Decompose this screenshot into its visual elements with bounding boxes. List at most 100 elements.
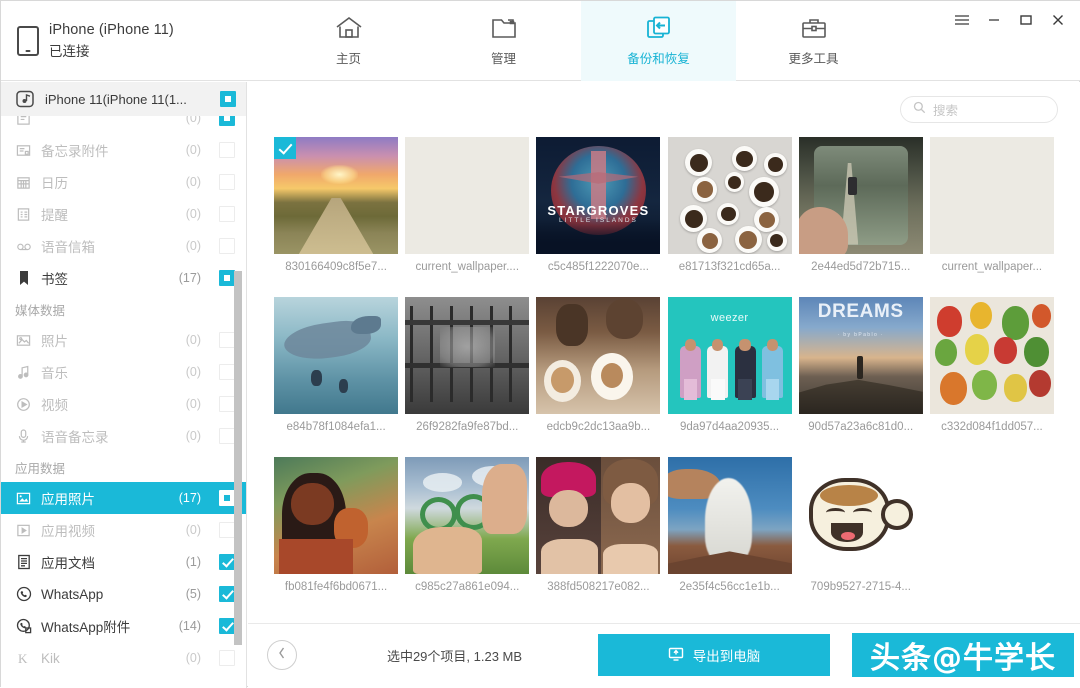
sidebar-item-row-1[interactable]: 备忘录附件 (0): [1, 134, 246, 166]
sidebar-item-count: (17): [178, 491, 201, 505]
sidebar-item-checkbox[interactable]: [219, 142, 235, 158]
application-window: iPhone (iPhone 11) 已连接 主页 管理 备份和恢复 更多工具 …: [0, 0, 1080, 688]
thumbnail-image[interactable]: [929, 137, 1054, 254]
thumbnail-cell[interactable]: 2e44ed5d72b715...: [797, 137, 925, 297]
sidebar-device-row[interactable]: iPhone 11(iPhone 11(1...: [1, 82, 246, 116]
sidebar-item-label: 书签: [41, 272, 68, 287]
whatsapp-attachment-icon: [15, 618, 32, 635]
thumbnail-image[interactable]: [405, 137, 530, 254]
thumbnail-cell[interactable]: 26f9282fa9fe87bd...: [403, 297, 531, 457]
sidebar-scrollbar-thumb[interactable]: [234, 271, 242, 645]
thumbnail-cell[interactable]: STARGROVES LITTLE ISLANDS c5c485f1222070e…: [534, 137, 662, 297]
thumbnail-caption: 9da97d4aa20935...: [680, 421, 780, 433]
sidebar-group-title: 应用数据: [15, 461, 66, 476]
sidebar-item-checkbox[interactable]: [219, 270, 235, 286]
thumbnail-cell[interactable]: 2e35f4c56cc1e1b...: [666, 457, 794, 617]
sidebar-item-checkbox[interactable]: [219, 522, 235, 538]
back-button[interactable]: [267, 640, 297, 670]
sidebar-item-row-14[interactable]: 应用文档 (1): [1, 546, 246, 578]
sidebar-item-checkbox[interactable]: [219, 206, 235, 222]
sidebar-item-checkbox[interactable]: [219, 238, 235, 254]
thumbnail-cell[interactable]: c332d084f1dd057...: [928, 297, 1056, 457]
thumbnail-caption: edcb9c2dc13aa9b...: [546, 421, 651, 433]
thumbnail-image[interactable]: weezer: [667, 297, 792, 414]
sidebar-item-whatsapp[interactable]: WhatsApp (5): [1, 578, 246, 610]
sidebar-item-row-5[interactable]: 书签 (17): [1, 262, 246, 294]
sidebar-item-checkbox[interactable]: [219, 554, 235, 570]
footer-bar: 选中29个项目, 1.23 MB 导出到电脑 头条@牛学长: [248, 623, 1080, 686]
thumbnail-image[interactable]: [274, 297, 399, 414]
thumbnail-image[interactable]: [405, 457, 530, 574]
thumbnail-image[interactable]: [667, 137, 792, 254]
sidebar-item-kik[interactable]: K Kik (0): [1, 642, 246, 674]
sidebar-item-row-9[interactable]: 视频 (0): [1, 388, 246, 420]
sidebar-device-label: iPhone 11(iPhone 11(1...: [45, 91, 187, 107]
minimize-button[interactable]: [985, 11, 1003, 29]
sidebar-item-count: (0): [185, 207, 201, 221]
sidebar-item-row-13[interactable]: 应用视频 (0): [1, 514, 246, 546]
thumbnail-cell[interactable]: fb081fe4f6bd0671...: [272, 457, 400, 617]
tab-backup-restore[interactable]: 备份和恢复: [581, 1, 736, 81]
sidebar-item-checkbox[interactable]: [219, 332, 235, 348]
sidebar-item-checkbox[interactable]: [219, 396, 235, 412]
search-input[interactable]: 搜索: [900, 96, 1058, 123]
sidebar-item-checkbox[interactable]: [219, 116, 235, 126]
export-to-pc-button[interactable]: 导出到电脑: [598, 634, 830, 676]
sidebar-item-checkbox[interactable]: [219, 586, 235, 602]
thumbnail-cell[interactable]: 388fd508217e082...: [534, 457, 662, 617]
sidebar-item-row-10[interactable]: 语音备忘录 (0): [1, 420, 246, 452]
sidebar-item-row-3[interactable]: 提醒 (0): [1, 198, 246, 230]
thumbnail-image[interactable]: [536, 457, 661, 574]
sidebar-item-checkbox[interactable]: [219, 174, 235, 190]
sidebar-scrollbar-track[interactable]: [234, 116, 244, 688]
sidebar-item-checkbox[interactable]: [219, 428, 235, 444]
thumbnail-image[interactable]: [536, 297, 661, 414]
maximize-button[interactable]: [1017, 11, 1035, 29]
thumbnail-cell[interactable]: c985c27a861e094...: [403, 457, 531, 617]
thumbnail-image[interactable]: [798, 457, 923, 574]
sidebar-item-checkbox[interactable]: [219, 490, 235, 506]
thumbnail-caption: 26f9282fa9fe87bd...: [416, 421, 519, 433]
tab-more-tools[interactable]: 更多工具: [736, 1, 891, 81]
sidebar-item-row-2[interactable]: 日历 (0): [1, 166, 246, 198]
thumbnail-image[interactable]: [667, 457, 792, 574]
thumbnail-cell[interactable]: e84b78f1084efa1...: [272, 297, 400, 457]
thumbnail-checkbox[interactable]: [274, 137, 297, 159]
thumbnail-image[interactable]: [929, 297, 1054, 414]
sidebar-item-checkbox[interactable]: [219, 618, 235, 634]
tab-home[interactable]: 主页: [271, 1, 426, 81]
thumbnail-image[interactable]: [798, 137, 923, 254]
sidebar-item-row-8[interactable]: 音乐 (0): [1, 356, 246, 388]
thumbnail-image[interactable]: DREAMS · by bPablo ·: [798, 297, 923, 414]
thumbnail-caption: 830166409c8f5e7...: [285, 261, 387, 273]
sidebar-item-checkbox[interactable]: [219, 650, 235, 666]
sidebar-item-row-4[interactable]: 语音信箱 (0): [1, 230, 246, 262]
sidebar-item-count: (0): [185, 239, 201, 253]
thumbnail-cell[interactable]: 830166409c8f5e7...: [272, 137, 400, 297]
thumbnail-cell[interactable]: e81713f321cd65a...: [666, 137, 794, 297]
thumbnail-artwork: [798, 137, 923, 254]
voicemail-icon: [15, 238, 32, 255]
menu-button[interactable]: [953, 11, 971, 29]
tab-manage[interactable]: 管理: [426, 1, 581, 81]
note-icon: [15, 116, 32, 127]
sidebar-item-row-12[interactable]: 应用照片 (17): [1, 482, 246, 514]
sidebar-item-checkbox[interactable]: [219, 364, 235, 380]
thumbnail-cell[interactable]: weezer 9da97d4aa20935...: [666, 297, 794, 457]
thumbnail-cell[interactable]: current_wallpaper...: [928, 137, 1056, 297]
thumbnail-cell[interactable]: DREAMS · by bPablo · 90d57a23a6c81d0...: [797, 297, 925, 457]
close-button[interactable]: [1049, 11, 1067, 29]
thumbnail-image[interactable]: [274, 137, 399, 254]
sidebar-item-whatsapp[interactable]: WhatsApp附件 (14): [1, 610, 246, 642]
thumbnail-cell[interactable]: 709b9527-2715-4...: [797, 457, 925, 617]
thumbnail-image[interactable]: STARGROVES LITTLE ISLANDS: [536, 137, 661, 254]
thumbnail-cell[interactable]: edcb9c2dc13aa9b...: [534, 297, 662, 457]
sidebar-item-item[interactable]: (0): [1, 116, 246, 134]
thumbnail-image[interactable]: [405, 297, 530, 414]
sidebar-device-checkbox[interactable]: [220, 91, 236, 107]
export-to-pc-label: 导出到电脑: [692, 649, 761, 664]
thumbnail-caption: 90d57a23a6c81d0...: [808, 421, 914, 433]
thumbnail-image[interactable]: [274, 457, 399, 574]
thumbnail-cell[interactable]: current_wallpaper....: [403, 137, 531, 297]
sidebar-item-row-7[interactable]: 照片 (0): [1, 324, 246, 356]
